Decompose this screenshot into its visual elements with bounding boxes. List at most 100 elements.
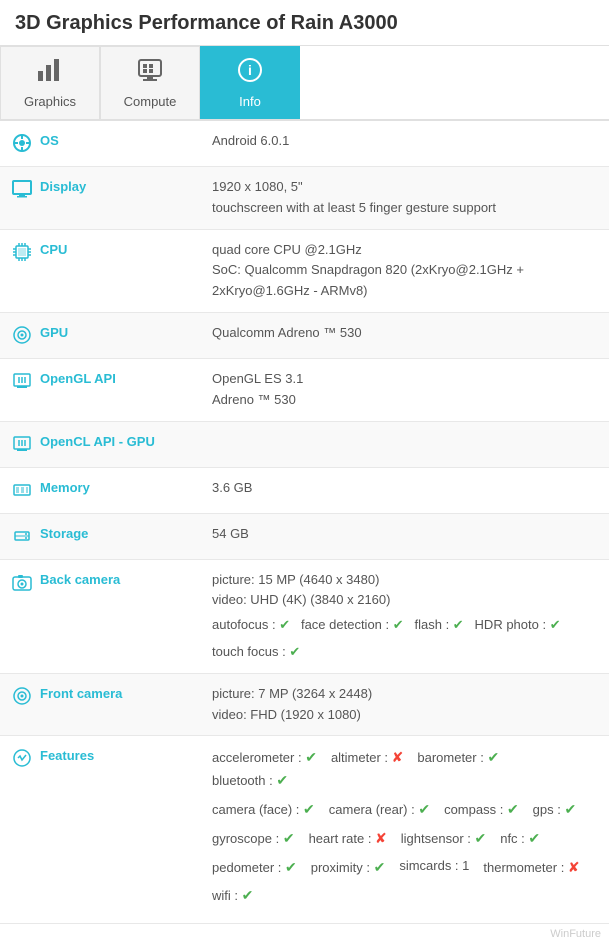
display-label: Display [40, 179, 86, 194]
table-row-front-camera: Front camera picture: 7 MP (3264 x 2448)v… [0, 673, 609, 736]
storage-value-line-0: 54 GB [212, 524, 597, 545]
cpu-value-line-0: quad core CPU @2.1GHz [212, 240, 597, 261]
label-cell-opencl: OpenCL API - GPU [0, 421, 200, 467]
watermark: WinFuture [0, 924, 609, 944]
table-row-features: Features accelerometer : ✔ altimeter : ✘ ba… [0, 736, 609, 924]
feature-altimeter: altimeter : ✘ [331, 746, 403, 769]
label-cell-storage: Storage [0, 513, 200, 559]
gpu-label: GPU [40, 325, 68, 340]
label-cell-front-camera: Front camera [0, 673, 200, 736]
front-camera-label: Front camera [40, 686, 122, 701]
display-value-line-1: touchscreen with at least 5 finger gestu… [212, 198, 597, 219]
back-camera-icon [12, 572, 32, 595]
table-row-storage: Storage 54 GB [0, 513, 609, 559]
feature-camera-face: camera (face) : ✔ [212, 798, 315, 821]
page-title: 3D Graphics Performance of Rain A3000 [0, 0, 609, 46]
front-camera-value-line-0: picture: 7 MP (3264 x 2448) [212, 684, 597, 705]
opengl-icon [12, 371, 32, 394]
label-cell-features: Features [0, 736, 200, 924]
cpu-icon [12, 242, 32, 265]
tab-info[interactable]: i Info [200, 46, 300, 119]
info-icon: i [236, 57, 264, 90]
value-cell-os: Android 6.0.1 [200, 121, 609, 167]
value-cell-opengl: OpenGL ES 3.1Adreno ™ 530 [200, 358, 609, 421]
label-cell-memory: Memory [0, 467, 200, 513]
tab-info-label: Info [239, 94, 261, 109]
feature-proximity: proximity : ✔ [311, 856, 386, 879]
memory-icon [12, 480, 32, 503]
label-cell-opengl: OpenGL API [0, 358, 200, 421]
feature-simcards: simcards : 1 [399, 856, 469, 879]
feature-pedometer: pedometer : ✔ [212, 856, 297, 879]
table-row-display: Display 1920 x 1080, 5"touchscreen with a… [0, 167, 609, 230]
feature-bluetooth: bluetooth : ✔ [212, 769, 288, 792]
feature-nfc: nfc : ✔ [500, 827, 540, 850]
front-camera-value-line-1: video: FHD (1920 x 1080) [212, 705, 597, 726]
label-cell-gpu: GPU [0, 312, 200, 358]
value-cell-cpu: quad core CPU @2.1GHzSoC: Qualcomm Snapd… [200, 229, 609, 312]
os-value-line-0: Android 6.0.1 [212, 131, 597, 152]
back-camera-picture: picture: 15 MP (4640 x 3480) [212, 570, 597, 591]
features-label: Features [40, 748, 94, 763]
feature-camera-rear: camera (rear) : ✔ [329, 798, 430, 821]
tab-graphics[interactable]: Graphics [0, 46, 100, 119]
value-cell-gpu: Qualcomm Adreno ™ 530 [200, 312, 609, 358]
opencl-label: OpenCL API - GPU [40, 434, 155, 449]
feature-wifi: wifi : ✔ [212, 884, 253, 907]
feature-compass: compass : ✔ [444, 798, 519, 821]
table-row-gpu: GPU Qualcomm Adreno ™ 530 [0, 312, 609, 358]
value-cell-memory: 3.6 GB [200, 467, 609, 513]
os-icon [12, 133, 32, 156]
label-cell-cpu: CPU [0, 229, 200, 312]
back-camera-label: Back camera [40, 572, 120, 587]
cpu-value-line-1: SoC: Qualcomm Snapdragon 820 (2xKryo@2.1… [212, 260, 597, 302]
opengl-label: OpenGL API [40, 371, 116, 386]
value-cell-display: 1920 x 1080, 5"touchscreen with at least… [200, 167, 609, 230]
feature-barometer: barometer : ✔ [417, 746, 499, 769]
features-icon [12, 748, 32, 771]
feature-accelerometer: accelerometer : ✔ [212, 746, 317, 769]
feature-gyroscope: gyroscope : ✔ [212, 827, 295, 850]
opengl-value-line-1: Adreno ™ 530 [212, 390, 597, 411]
feature-thermometer: thermometer : ✘ [483, 856, 579, 879]
feature-lightsensor: lightsensor : ✔ [401, 827, 486, 850]
front-camera-icon [12, 686, 32, 709]
value-cell-back-camera: picture: 15 MP (4640 x 3480)video: UHD (… [200, 559, 609, 673]
back-camera-touch: touch focus : ✔ [212, 642, 597, 663]
memory-value-line-0: 3.6 GB [212, 478, 597, 499]
storage-icon [12, 526, 32, 549]
gpu-icon [12, 325, 32, 348]
display-value-line-0: 1920 x 1080, 5" [212, 177, 597, 198]
table-row-os: OS Android 6.0.1 [0, 121, 609, 167]
compute-icon [136, 57, 164, 90]
table-row-opengl: OpenGL API OpenGL ES 3.1Adreno ™ 530 [0, 358, 609, 421]
label-cell-display: Display [0, 167, 200, 230]
memory-label: Memory [40, 480, 90, 495]
display-icon [12, 179, 32, 202]
tab-compute[interactable]: Compute [100, 46, 200, 119]
svg-text:i: i [248, 62, 252, 78]
gpu-value-line-0: Qualcomm Adreno ™ 530 [212, 323, 597, 344]
tab-graphics-label: Graphics [24, 94, 76, 109]
back-camera-video: video: UHD (4K) (3840 x 2160) [212, 590, 597, 611]
tab-bar: Graphics Compute i Info [0, 46, 609, 121]
cpu-label: CPU [40, 242, 67, 257]
back-camera-features: autofocus : ✔ face detection : ✔ flash :… [212, 615, 597, 636]
value-cell-front-camera: picture: 7 MP (3264 x 2448)video: FHD (1… [200, 673, 609, 736]
value-cell-storage: 54 GB [200, 513, 609, 559]
table-row-opencl: OpenCL API - GPU [0, 421, 609, 467]
table-row-cpu: CPU quad core CPU @2.1GHzSoC: Qualcomm Sn… [0, 229, 609, 312]
tab-compute-label: Compute [124, 94, 177, 109]
feature-heart-rate: heart rate : ✘ [309, 827, 387, 850]
feature-gps: gps : ✔ [533, 798, 577, 821]
value-cell-opencl [200, 421, 609, 467]
label-cell-back-camera: Back camera [0, 559, 200, 673]
info-table: OSAndroid 6.0.1Display1920 x 1080, 5"tou… [0, 121, 609, 924]
table-row-memory: Memory 3.6 GB [0, 467, 609, 513]
value-cell-features: accelerometer : ✔ altimeter : ✘ barometer … [200, 736, 609, 924]
label-cell-os: OS [0, 121, 200, 167]
graphics-icon [36, 57, 64, 90]
os-label: OS [40, 133, 59, 148]
table-row-back-camera: Back camera picture: 15 MP (4640 x 3480)v… [0, 559, 609, 673]
opengl-value-line-0: OpenGL ES 3.1 [212, 369, 597, 390]
